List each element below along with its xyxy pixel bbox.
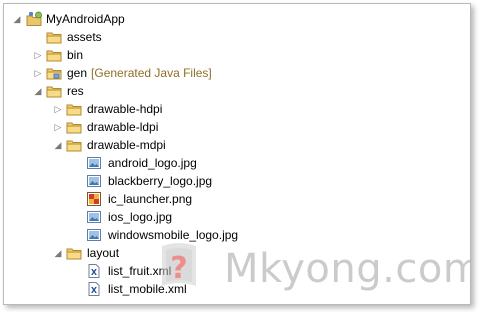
- tree-item-drawable-ldpi[interactable]: ▷ drawable-ldpi: [4, 118, 464, 136]
- tree-item-blackberry-logo[interactable]: blackberry_logo.jpg: [4, 172, 464, 190]
- collapsed-arrow-icon[interactable]: ▷: [53, 122, 63, 132]
- tree-item-label: android_logo.jpg: [108, 156, 197, 170]
- collapsed-arrow-icon[interactable]: ▷: [33, 50, 43, 60]
- tree-item-label: assets: [67, 30, 102, 44]
- tree-item-label: bin: [67, 48, 84, 62]
- image-file-icon: [86, 155, 102, 171]
- tree-item-label: ic_launcher.png: [108, 192, 193, 206]
- tree-item-label: drawable-ldpi: [87, 120, 159, 134]
- project-tree: ◢ MyAndroidApp assets ▷ bin ▷ gen [Gener…: [4, 4, 470, 304]
- tree-item-gen[interactable]: ▷ gen [Generated Java Files]: [4, 64, 464, 82]
- expanded-arrow-icon[interactable]: ◢: [53, 140, 63, 150]
- project-explorer-panel: ◢ MyAndroidApp assets ▷ bin ▷ gen [Gener…: [3, 3, 471, 305]
- tree-item-drawable-hdpi[interactable]: ▷ drawable-hdpi: [4, 100, 464, 118]
- folder-icon: [66, 101, 82, 117]
- image-file-icon: [86, 227, 102, 243]
- tree-item-label: list_fruit.xml: [108, 264, 172, 278]
- folder-icon: [46, 29, 62, 45]
- xml-file-icon: X: [86, 263, 102, 279]
- expanded-arrow-icon[interactable]: ◢: [12, 14, 22, 24]
- tree-item-assets[interactable]: assets: [4, 28, 464, 46]
- tree-item-label: res: [67, 84, 84, 98]
- svg-text:X: X: [91, 268, 98, 277]
- image-file-icon: [86, 173, 102, 189]
- folder-icon: [46, 47, 62, 63]
- tree-item-layout[interactable]: ◢ layout: [4, 244, 464, 262]
- tree-item-ios-logo[interactable]: ios_logo.jpg: [4, 208, 464, 226]
- tree-item-myandroidapp[interactable]: ◢ MyAndroidApp: [4, 10, 464, 28]
- image-file-icon: [86, 209, 102, 225]
- tree-item-label: MyAndroidApp: [46, 12, 125, 26]
- tree-item-label: windowsmobile_logo.jpg: [108, 228, 239, 242]
- tree-item-label: gen [Generated Java Files]: [67, 64, 212, 82]
- tree-item-ic-launcher[interactable]: ic_launcher.png: [4, 190, 464, 208]
- tree-item-label: list_mobile.xml: [108, 282, 187, 296]
- svg-text:X: X: [91, 286, 98, 295]
- tree-item-label: drawable-mdpi: [87, 138, 166, 152]
- png-file-icon: [86, 191, 102, 207]
- tree-item-drawable-mdpi[interactable]: ◢ drawable-mdpi: [4, 136, 464, 154]
- folder-decoration: [Generated Java Files]: [91, 66, 212, 80]
- tree-item-list-fruit[interactable]: X list_fruit.xml: [4, 262, 464, 280]
- tree-item-bin[interactable]: ▷ bin: [4, 46, 464, 64]
- folder-icon: [66, 137, 82, 153]
- folder-name: gen: [67, 66, 88, 80]
- tree-item-windowsmobile-logo[interactable]: windowsmobile_logo.jpg: [4, 226, 464, 244]
- package-folder-icon: [46, 65, 62, 81]
- tree-item-res[interactable]: ◢ res: [4, 82, 464, 100]
- tree-item-label: blackberry_logo.jpg: [108, 174, 213, 188]
- xml-file-icon: X: [86, 281, 102, 297]
- folder-icon: [66, 119, 82, 135]
- expanded-arrow-icon[interactable]: ◢: [53, 248, 63, 258]
- folder-icon: [46, 83, 62, 99]
- tree-item-label: layout: [87, 246, 120, 260]
- tree-item-label: drawable-hdpi: [87, 102, 163, 116]
- tree-item-android-logo[interactable]: android_logo.jpg: [4, 154, 464, 172]
- tree-item-list-mobile[interactable]: X list_mobile.xml: [4, 280, 464, 298]
- collapsed-arrow-icon[interactable]: ▷: [53, 104, 63, 114]
- expanded-arrow-icon[interactable]: ◢: [33, 86, 43, 96]
- tree-item-label: ios_logo.jpg: [108, 210, 173, 224]
- collapsed-arrow-icon[interactable]: ▷: [33, 68, 43, 78]
- folder-icon: [66, 245, 82, 261]
- android-project-icon: [26, 11, 42, 27]
